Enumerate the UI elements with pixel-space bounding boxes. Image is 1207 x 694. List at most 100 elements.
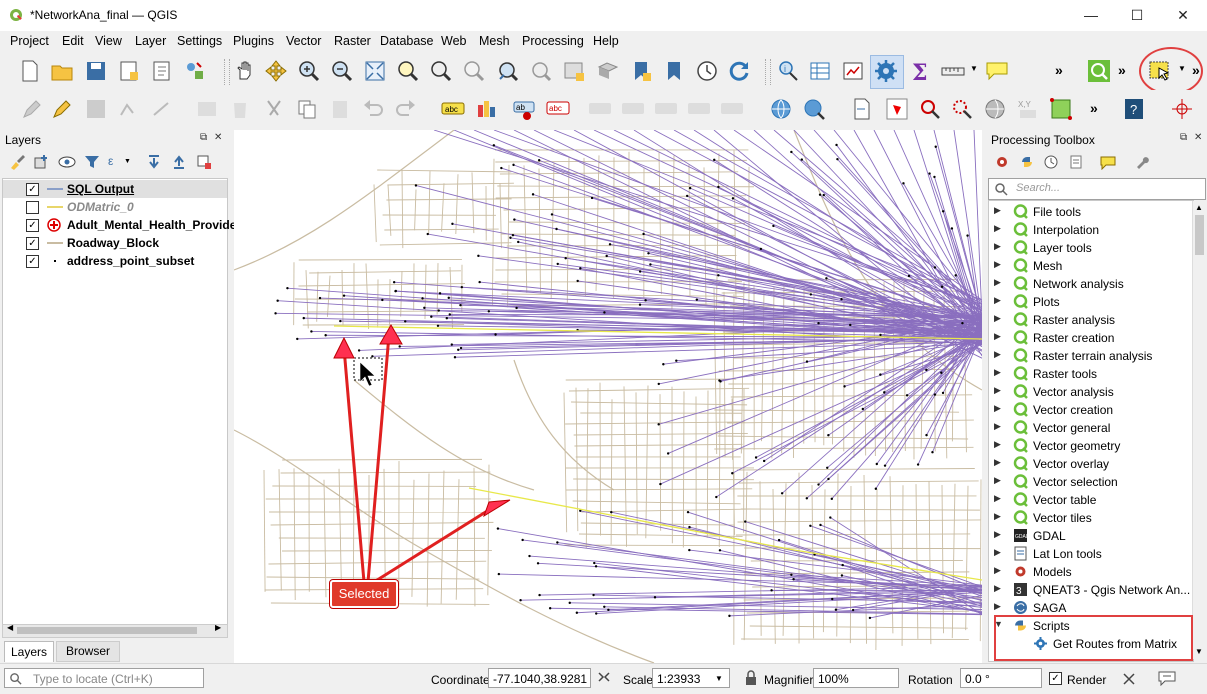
minimize-button[interactable]: — [1068, 0, 1114, 31]
render-checkbox[interactable]: ✓ [1049, 672, 1062, 685]
undo-icon[interactable] [361, 97, 385, 121]
provider-raster-terrain-analysis[interactable]: ▶Raster terrain analysis [989, 347, 1193, 365]
label-toolbar-icon[interactable]: abc [441, 97, 465, 121]
menu-edit[interactable]: Edit [62, 34, 84, 48]
scale-dropdown-arrow-icon[interactable]: ▼ [715, 669, 723, 689]
collapsed-arrow-icon[interactable]: ▶ [994, 421, 1001, 432]
zoom-native-icon[interactable] [462, 59, 486, 83]
temporal-controller-icon[interactable] [695, 59, 719, 83]
provider-vector-analysis[interactable]: ▶Vector analysis [989, 383, 1193, 401]
collapsed-arrow-icon[interactable]: ▶ [994, 511, 1001, 522]
collapsed-arrow-icon[interactable]: ▶ [994, 331, 1001, 342]
toggle-editing-pencil-icon[interactable] [50, 97, 74, 121]
measure-dropdown-arrow-icon[interactable]: ▼ [970, 64, 978, 73]
provider-layer-tools[interactable]: ▶Layer tools [989, 239, 1193, 257]
provider-mesh[interactable]: ▶Mesh [989, 257, 1193, 275]
open-attribute-table-icon[interactable] [808, 59, 832, 83]
collapsed-arrow-icon[interactable]: ▶ [994, 529, 1001, 540]
python-scripts-icon[interactable] [1019, 154, 1035, 170]
help-contents-icon[interactable]: ? [1122, 97, 1146, 121]
digitize-polygon-icon[interactable] [1049, 97, 1073, 121]
layer-visibility-checkbox[interactable] [26, 201, 39, 214]
undock-icon[interactable]: ⧉ [200, 132, 207, 143]
toolbar-overflow-icon-2[interactable]: » [1118, 62, 1126, 78]
save-project-icon[interactable] [84, 59, 108, 83]
change-label-icon[interactable] [687, 97, 711, 121]
locator-search-input[interactable]: Type to locate (Ctrl+K) [4, 668, 204, 688]
collapsed-arrow-icon[interactable]: ▶ [994, 241, 1001, 252]
collapsed-arrow-icon[interactable]: ▶ [994, 367, 1001, 378]
menu-vector[interactable]: Vector [286, 34, 321, 48]
menu-layer[interactable]: Layer [135, 34, 166, 48]
close-panel-icon[interactable]: ✕ [1194, 132, 1202, 143]
identify-features-icon[interactable]: i [776, 59, 800, 83]
xy-tool-icon[interactable]: X,Y [1016, 97, 1040, 121]
add-wms-layer-icon[interactable] [769, 97, 793, 121]
close-panel-icon[interactable]: ✕ [214, 132, 222, 143]
provider-file-tools[interactable]: ▶File tools [989, 203, 1193, 221]
models-icon[interactable] [994, 154, 1010, 170]
map-canvas[interactable]: Selected [234, 130, 982, 663]
pin-labels-icon[interactable]: abc [546, 97, 570, 121]
lock-scale-icon[interactable] [744, 670, 758, 686]
digitize-icon[interactable] [117, 97, 141, 121]
results-viewer-icon[interactable] [1068, 154, 1084, 170]
cut-features-icon[interactable] [262, 97, 286, 121]
collapsed-arrow-icon[interactable]: ▶ [994, 583, 1001, 594]
menu-view[interactable]: View [95, 34, 122, 48]
zoom-to-layer-icon[interactable] [429, 59, 453, 83]
processing-toolbox-gear-icon[interactable] [874, 59, 898, 83]
move-label-icon[interactable] [621, 97, 645, 121]
locator-search-icon[interactable] [1087, 59, 1111, 83]
provider-gdal[interactable]: ▶GDALGDAL [989, 527, 1193, 545]
measure-line-icon[interactable] [941, 59, 965, 83]
paste-features-icon[interactable] [328, 97, 352, 121]
scroll-right-icon[interactable]: ▶ [215, 623, 221, 632]
layer-row-odmatric[interactable]: ODMatric_0 [3, 198, 227, 216]
scroll-up-icon[interactable]: ▲ [1195, 203, 1203, 212]
open-project-icon[interactable] [50, 59, 74, 83]
new-geopackage-icon[interactable] [850, 97, 874, 121]
rotation-spinbox[interactable]: 0.0 ° [960, 668, 1042, 688]
statistical-summary-icon[interactable] [841, 59, 865, 83]
collapsed-arrow-icon[interactable]: ▶ [994, 385, 1001, 396]
globe-icon[interactable] [983, 97, 1007, 121]
magnifier-spinbox[interactable]: 100% [813, 668, 899, 688]
remove-layer-icon[interactable] [196, 154, 212, 170]
undock-icon[interactable]: ⧉ [1180, 132, 1187, 143]
edit-features-in-place-icon[interactable] [1100, 154, 1116, 170]
collapsed-arrow-icon[interactable]: ▶ [994, 259, 1001, 270]
options-wrench-icon[interactable] [1134, 154, 1150, 170]
menu-raster[interactable]: Raster [334, 34, 371, 48]
menu-web[interactable]: Web [441, 34, 466, 48]
qgis2web-icon[interactable] [885, 97, 909, 121]
save-edits-icon[interactable] [84, 97, 108, 121]
zoom-out-icon[interactable] [330, 59, 354, 83]
map-tips-icon[interactable] [985, 59, 1009, 83]
provider-vector-general[interactable]: ▶Vector general [989, 419, 1193, 437]
menu-database[interactable]: Database [380, 34, 434, 48]
manage-visibility-eye-icon[interactable] [58, 154, 76, 170]
menu-help[interactable]: Help [593, 34, 619, 48]
toolbox-search-input[interactable]: Search... [988, 178, 1206, 200]
provider-plots[interactable]: ▶Plots [989, 293, 1193, 311]
collapsed-arrow-icon[interactable]: ▶ [994, 439, 1001, 450]
layout-manager-icon[interactable] [150, 59, 174, 83]
zoom-full-icon[interactable] [363, 59, 387, 83]
current-edits-icon[interactable] [20, 97, 44, 121]
expand-all-icon[interactable] [146, 154, 162, 170]
tab-browser[interactable]: Browser [56, 641, 120, 662]
toggle-extents-icon[interactable] [596, 670, 612, 686]
menu-mesh[interactable]: Mesh [479, 34, 510, 48]
metasearch-icon[interactable] [802, 97, 826, 121]
provider-qneat3-qgis-network-an[interactable]: ▶3QNEAT3 - Qgis Network An... [989, 581, 1193, 599]
provider-raster-tools[interactable]: ▶Raster tools [989, 365, 1193, 383]
coordinate-field[interactable]: -77.1040,38.9281 [488, 668, 591, 688]
provider-vector-selection[interactable]: ▶Vector selection [989, 473, 1193, 491]
tab-layers[interactable]: Layers [4, 641, 54, 662]
collapsed-arrow-icon[interactable]: ▶ [994, 223, 1001, 234]
collapsed-arrow-icon[interactable]: ▶ [994, 313, 1001, 324]
label-properties-icon[interactable] [720, 97, 744, 121]
filter-dropdown-arrow-icon[interactable]: ▼ [124, 158, 131, 165]
new-bookmark-icon[interactable] [629, 59, 653, 83]
